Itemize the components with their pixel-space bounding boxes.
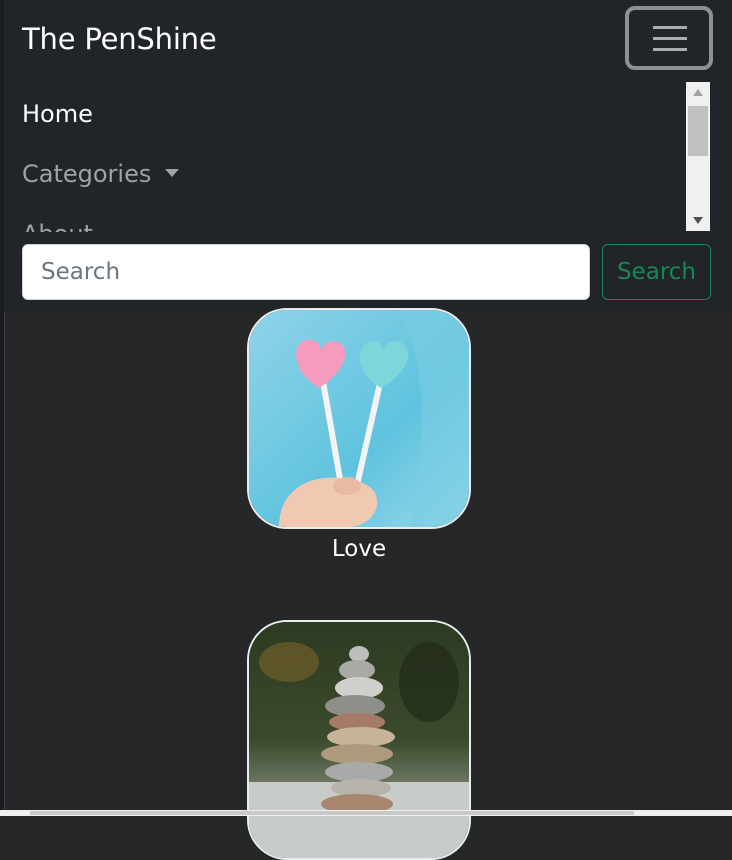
caret-down-icon	[165, 169, 180, 177]
horizontal-scrollbar-thumb[interactable]	[30, 811, 634, 815]
nav-item-home[interactable]: Home	[22, 100, 93, 128]
scroll-down-arrow-icon[interactable]	[693, 217, 703, 224]
navbar: The PenShine Home Categories About Searc…	[4, 0, 732, 312]
stacked-stones-image	[249, 622, 469, 858]
search-button[interactable]: Search	[602, 244, 711, 300]
heart-lollipops-image	[249, 310, 469, 527]
nav-item-categories-label: Categories	[22, 160, 152, 188]
navbar-brand[interactable]: The PenShine	[22, 22, 217, 56]
category-card-2[interactable]	[247, 620, 471, 860]
scroll-up-arrow-icon[interactable]	[693, 89, 703, 96]
navbar-collapse: Home Categories About	[4, 84, 712, 232]
search-input[interactable]: Search	[22, 244, 590, 300]
navbar-toggler-button[interactable]	[625, 6, 713, 70]
horizontal-scrollbar[interactable]	[0, 810, 732, 816]
nav-scrollbar[interactable]	[686, 82, 710, 231]
nav-item-about[interactable]: About	[22, 220, 93, 232]
category-caption-love[interactable]: Love	[247, 536, 471, 562]
nav-item-categories[interactable]: Categories	[22, 160, 180, 188]
scrollbar-thumb[interactable]	[688, 106, 708, 156]
category-card-love[interactable]	[247, 308, 471, 529]
